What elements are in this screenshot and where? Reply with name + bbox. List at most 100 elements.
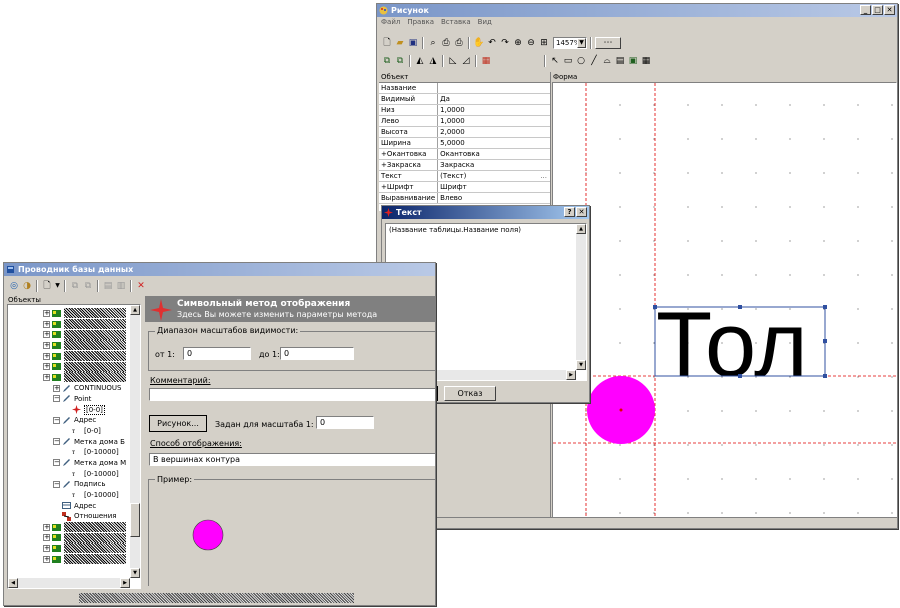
drawing-canvas[interactable]: Тол <box>552 82 897 518</box>
selection-handle[interactable] <box>653 305 657 309</box>
pointer-icon[interactable]: ↖ <box>549 55 561 67</box>
text-dialog-titlebar[interactable]: Текст ? ✕ <box>382 206 589 219</box>
tree-item[interactable]: − Подпись <box>8 479 130 490</box>
property-row[interactable]: Низ 1,0000 <box>379 104 550 116</box>
tree-item[interactable]: т [0-10000] <box>8 468 130 479</box>
table-tool-icon[interactable]: ▦ <box>640 55 652 67</box>
grid-toggle-icon[interactable]: ⋯ <box>595 37 621 49</box>
property-value[interactable]: 2,0000 <box>437 126 550 138</box>
refresh-icon[interactable]: ◑ <box>21 280 33 292</box>
figure-button[interactable]: Рисунок... <box>149 415 207 432</box>
expand-plus-icon[interactable]: + <box>43 363 50 371</box>
collapse-minus-icon[interactable]: − <box>53 395 60 403</box>
expand-plus-icon[interactable]: + <box>43 373 50 381</box>
tree-item[interactable]: + <box>8 543 130 554</box>
tree-item[interactable]: − Метка дома Б <box>8 436 130 447</box>
flip-vertical-icon[interactable]: ◮ <box>427 55 439 67</box>
close-button[interactable]: ✕ <box>576 207 587 217</box>
polygon-tool-icon[interactable]: ⌓ <box>601 55 613 67</box>
tree-item[interactable]: + CONTINUOUS <box>8 383 130 394</box>
property-value[interactable]: 5,0000 <box>437 137 550 149</box>
preview-icon[interactable]: ⌕ <box>427 37 439 49</box>
display-method-select[interactable]: В вершинах контура <box>149 453 435 466</box>
scroll-thumb[interactable] <box>130 503 140 537</box>
property-row[interactable]: Текст (Текст)... <box>379 170 550 182</box>
menu-edit[interactable]: Правка <box>407 17 434 28</box>
tree-horizontal-scrollbar[interactable]: ◀ ▶ <box>8 578 130 588</box>
property-value[interactable]: Да <box>437 93 550 105</box>
expand-plus-icon[interactable]: + <box>43 352 50 360</box>
property-row[interactable]: Видимый Да <box>379 93 550 105</box>
to-scale-input[interactable]: 0 <box>280 347 354 360</box>
tree-item[interactable]: + <box>8 361 130 372</box>
expand-plus-icon[interactable]: + <box>43 341 50 349</box>
minimize-button[interactable]: _ <box>860 5 871 15</box>
selection-handle[interactable] <box>823 339 827 343</box>
expand-plus-icon[interactable]: + <box>43 331 50 339</box>
zoom-out-icon[interactable]: ⊖ <box>525 37 537 49</box>
flip-horizontal-icon[interactable]: ◭ <box>414 55 426 67</box>
chevron-down-icon[interactable]: ▼ <box>577 38 586 48</box>
redo-icon[interactable]: ↷ <box>499 37 511 49</box>
paste-icon[interactable]: ⧉ <box>82 280 94 292</box>
text-tool-icon[interactable]: ▤ <box>614 55 626 67</box>
print-preview-icon[interactable]: ⎙ <box>440 37 452 49</box>
property-value[interactable]: (Текст)... <box>437 170 550 182</box>
property-value[interactable]: Влево <box>437 192 550 204</box>
selection-handle[interactable] <box>738 374 742 378</box>
tree-item[interactable]: + <box>8 522 130 533</box>
property-row[interactable]: Высота 2,0000 <box>379 126 550 138</box>
menu-view[interactable]: Вид <box>478 17 492 28</box>
property-row[interactable]: Ширина 5,0000 <box>379 137 550 149</box>
delete-icon[interactable]: ✕ <box>135 280 147 292</box>
tree-item[interactable]: + <box>8 351 130 362</box>
tree-item[interactable]: Отношения <box>8 511 130 522</box>
zoom-select[interactable]: 1457% ▼ <box>553 37 587 49</box>
from-scale-input[interactable]: 0 <box>183 347 251 360</box>
zoom-fit-icon[interactable]: ⊞ <box>538 37 550 49</box>
pan-hand-icon[interactable]: ✋ <box>473 37 485 49</box>
new-object-icon[interactable]: 🗋 <box>41 280 53 292</box>
close-button[interactable]: ✕ <box>884 5 895 15</box>
selection-handle[interactable] <box>738 305 742 309</box>
property-value[interactable]: Окантовка <box>437 148 550 160</box>
export-icon[interactable]: ▥ <box>115 280 127 292</box>
scroll-right-icon[interactable]: ▶ <box>566 370 576 380</box>
expand-plus-icon[interactable]: + <box>43 534 50 542</box>
tree-item[interactable]: Адрес <box>8 500 130 511</box>
scale-input[interactable]: 0 <box>316 416 374 429</box>
scroll-left-icon[interactable]: ◀ <box>8 578 18 588</box>
picture-tool-icon[interactable]: ▣ <box>627 55 639 67</box>
property-value[interactable]: Шрифт <box>437 181 550 193</box>
open-folder-icon[interactable]: ▰ <box>394 37 406 49</box>
property-row[interactable]: +Закраска Закраска <box>379 159 550 171</box>
tree-item[interactable]: + <box>8 554 130 565</box>
property-row[interactable]: +Окантовка Окантовка <box>379 148 550 160</box>
collapse-minus-icon[interactable]: − <box>53 438 60 446</box>
print-icon[interactable]: ⎙ <box>453 37 465 49</box>
property-row[interactable]: Выравнивание Влево <box>379 192 550 204</box>
tree-item[interactable]: т [0-10000] <box>8 490 130 501</box>
drawing-window-titlebar[interactable]: Рисунок _ □ ✕ <box>377 4 897 17</box>
tree-vertical-scrollbar[interactable]: ▲ ▼ <box>130 305 140 578</box>
rectangle-tool-icon[interactable]: ▭ <box>562 55 574 67</box>
align-right-icon[interactable]: ◿ <box>460 55 472 67</box>
scroll-down-icon[interactable]: ▼ <box>130 568 140 578</box>
expand-plus-icon[interactable]: + <box>43 320 50 328</box>
selection-handle[interactable] <box>823 305 827 309</box>
maximize-button[interactable]: □ <box>872 5 883 15</box>
property-row[interactable]: +Шрифт Шрифт <box>379 181 550 193</box>
tree-item[interactable]: т [0-0] <box>8 426 130 437</box>
collapse-minus-icon[interactable]: − <box>53 459 60 467</box>
property-value[interactable]: 1,0000 <box>437 115 550 127</box>
align-left-icon[interactable]: ◺ <box>447 55 459 67</box>
scroll-right-icon[interactable]: ▶ <box>120 578 130 588</box>
tree-item[interactable]: + <box>8 340 130 351</box>
save-icon[interactable]: ▣ <box>407 37 419 49</box>
tree-item[interactable]: [0-0] <box>8 404 130 415</box>
scroll-up-icon[interactable]: ▲ <box>576 224 586 234</box>
property-row[interactable]: Лево 1,0000 <box>379 115 550 127</box>
property-row[interactable]: Название <box>379 83 550 94</box>
ellipsis-button[interactable]: ... <box>540 172 547 180</box>
layer-back-icon[interactable]: ⧉ <box>394 55 406 67</box>
